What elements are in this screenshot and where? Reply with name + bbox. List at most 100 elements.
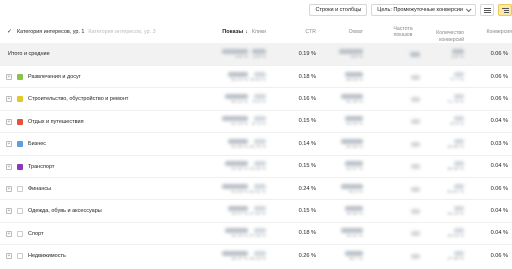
grouping-header[interactable]: Категория интересов, ур. 1 Категория инт…: [17, 21, 156, 43]
expand-icon[interactable]: +: [6, 74, 12, 80]
cell-conversion: 0.06 %: [490, 95, 508, 102]
cell-conversions-count: 43.9 %: [424, 111, 464, 133]
tree-list-icon: [501, 7, 509, 9]
checkmark-icon[interactable]: ✓: [7, 29, 13, 35]
table-row[interactable]: + Развлечения и досуг 80.24 % 78.83 % 0.…: [0, 65, 512, 87]
series-color-checkbox[interactable]: [17, 74, 23, 80]
total-clicks: 100 %: [226, 43, 266, 65]
cell-clicks: 37.08 %: [226, 223, 266, 245]
cell-ctr: 0.14 %: [298, 140, 316, 147]
cell-reach: 50.3 %: [323, 178, 363, 200]
expand-icon[interactable]: +: [6, 208, 12, 215]
cell-frequency: [380, 178, 420, 200]
cell-conversion: 0.06 %: [490, 252, 508, 259]
series-color-checkbox[interactable]: [17, 230, 23, 237]
list-view-button[interactable]: [480, 4, 494, 16]
category-name: Развлечения и досуг: [28, 74, 81, 80]
cell-ctr: 0.15 %: [298, 118, 316, 125]
expand-icon[interactable]: +: [6, 118, 12, 125]
cell-conversions-count: 77.7 %: [424, 66, 464, 88]
cell-conversion: 0.06 %: [490, 73, 508, 80]
cell-clicks: 64.01 %: [226, 178, 266, 200]
total-ctr: 0.19 %: [298, 50, 316, 57]
series-color-checkbox[interactable]: [17, 186, 23, 192]
total-frequency: [380, 43, 420, 65]
cell-reach: 52.67 %: [323, 156, 363, 178]
cell-conversions-count: 37.98 %: [424, 245, 464, 267]
series-color-checkbox[interactable]: [17, 253, 23, 260]
cell-reach: 42.51 %: [323, 223, 363, 245]
column-header-conversions-count[interactable]: Количество конверсий: [424, 21, 464, 43]
series-color-checkbox[interactable]: [17, 208, 23, 215]
cell-reach: 50.58 %: [323, 133, 363, 155]
series-color-checkbox[interactable]: [17, 96, 23, 103]
rows-columns-button[interactable]: Строки и столбцы: [309, 4, 368, 16]
table-row[interactable]: + Бизнес 54.38 % 40.75 % 0.14 % 50.58 % …: [0, 132, 512, 154]
goal-select-label: Цель: Промежуточные конверсии: [377, 7, 463, 13]
table-row[interactable]: + Недвижимость 35.37 % 49.18 % 0.26 % 38…: [0, 244, 512, 266]
column-header-conversion[interactable]: Конверсия: [478, 21, 512, 43]
cell-clicks: 43.25 %: [226, 156, 266, 178]
cell-frequency: [380, 156, 420, 178]
cell-conversions-count: 36.88 %: [424, 156, 464, 178]
cell-frequency: [380, 223, 420, 245]
cell-reach: 89.09 %: [323, 66, 363, 88]
category-name: Спорт: [28, 230, 44, 237]
total-conversions-count: 100 %: [424, 43, 464, 65]
cell-reach: 38.7 %: [323, 245, 363, 267]
expand-icon[interactable]: +: [6, 141, 12, 148]
expand-icon[interactable]: +: [6, 96, 12, 103]
cell-ctr: 0.18 %: [298, 230, 316, 237]
table-row[interactable]: + Отдых и путешествия 81.18 % 67.9 % 0.1…: [0, 109, 512, 133]
category-name: Транспорт: [28, 163, 55, 170]
total-row: Итого и средние 100 % 100 % 0.19 % 100 %…: [0, 43, 512, 65]
series-color-checkbox[interactable]: [17, 163, 23, 170]
expand-icon[interactable]: +: [6, 253, 12, 260]
cell-reach: 81.38 %: [323, 88, 363, 110]
cell-clicks: 37.94 %: [226, 200, 266, 222]
table-row[interactable]: + Финансы 53.09 % 64.01 % 0.24 % 50.3 % …: [0, 177, 512, 199]
table-row[interactable]: + Строительство, обустройство и ремонт 8…: [0, 87, 512, 109]
column-header-clicks[interactable]: Клики: [226, 21, 266, 43]
cell-frequency: [380, 200, 420, 222]
cell-conversions-count: 71.78 %: [424, 88, 464, 110]
chevron-down-icon: [465, 6, 472, 13]
cell-clicks: 40.75 %: [226, 133, 266, 155]
cell-conversion: 0.04 %: [490, 207, 508, 214]
grouping-level3[interactable]: Категория интересов, ур. 3: [88, 29, 155, 35]
cell-frequency: [380, 88, 420, 110]
category-name: Отдых и путешествия: [28, 118, 84, 125]
column-header-reach[interactable]: Охват: [323, 21, 363, 43]
table-row[interactable]: + Одежда, обувь и аксессуары 46.57 % 37.…: [0, 199, 512, 221]
category-name: Одежда, обувь и аксессуары: [28, 208, 102, 215]
cell-frequency: [380, 245, 420, 267]
cell-conversions-count: 28.02 %: [424, 223, 464, 245]
tree-view-button[interactable]: [498, 4, 512, 16]
table-row[interactable]: + Спорт 35.28 % 37.08 % 0.18 % 42.51 % 2…: [0, 221, 512, 245]
cell-reach: 45.86 %: [323, 200, 363, 222]
total-reach: 100 %: [323, 43, 363, 65]
cell-reach: 64.25 %: [323, 111, 363, 133]
expand-icon[interactable]: +: [6, 230, 12, 237]
cell-conversions-count: 53.81 %: [424, 178, 464, 200]
total-label: Итого и средние: [8, 51, 50, 57]
cell-clicks: 70.8 %: [226, 88, 266, 110]
cell-ctr: 0.18 %: [298, 73, 316, 80]
grouping-level1[interactable]: Категория интересов, ур. 1: [17, 29, 84, 35]
category-name: Недвижимость: [28, 253, 66, 260]
list-icon: [483, 7, 491, 9]
cell-ctr: 0.15 %: [298, 163, 316, 170]
expand-icon[interactable]: +: [6, 163, 12, 170]
series-color-checkbox[interactable]: [17, 118, 23, 125]
cell-conversion: 0.04 %: [490, 230, 508, 237]
goal-select[interactable]: Цель: Промежуточные конверсии: [371, 4, 476, 16]
category-name: Строительство, обустройство и ремонт: [28, 96, 129, 103]
cell-frequency: [380, 66, 420, 88]
column-header-ctr[interactable]: CTR: [276, 21, 316, 43]
expand-icon[interactable]: +: [6, 186, 12, 192]
table-row[interactable]: + Транспорт 54.35 % 43.25 % 0.15 % 52.67…: [0, 154, 512, 178]
column-header-frequency[interactable]: Частота показов: [383, 21, 423, 43]
cell-ctr: 0.16 %: [298, 95, 316, 102]
cell-ctr: 0.15 %: [298, 207, 316, 214]
series-color-checkbox[interactable]: [17, 141, 23, 148]
